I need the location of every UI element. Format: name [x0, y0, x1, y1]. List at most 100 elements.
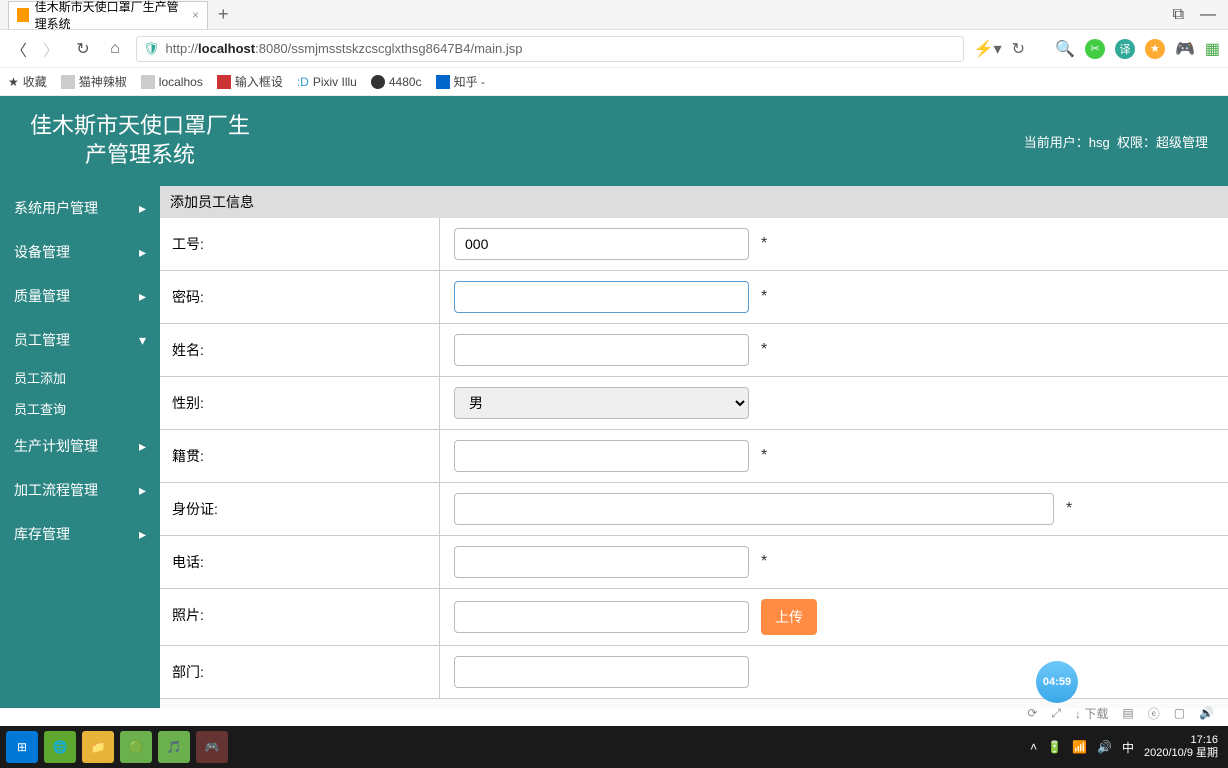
label-gender: 性别: — [160, 377, 440, 429]
tab-title: 佳木斯市天使口罩厂生产管理系统 — [35, 0, 184, 32]
label-idcard: 身份证: — [160, 483, 440, 535]
tray-wifi-icon[interactable]: 📶 — [1072, 740, 1087, 754]
bookmark-item[interactable]: :DPixiv Illu — [297, 75, 357, 89]
input-id[interactable] — [454, 228, 749, 260]
required-mark: * — [761, 553, 767, 571]
tray-battery-icon[interactable]: 🔋 — [1047, 740, 1062, 754]
bookmark-item[interactable]: ★收藏 — [8, 73, 47, 90]
required-mark: * — [761, 341, 767, 359]
bookmark-item[interactable]: 4480c — [371, 75, 422, 89]
tray-chevron-icon[interactable]: ˄ — [1030, 740, 1037, 754]
window-split-icon[interactable]: ⧉ — [1173, 6, 1184, 24]
address-bar: 〈 〉 ↻ ⌂ 🛡 http://localhost:8080/ssmjmsst… — [0, 30, 1228, 68]
label-photo: 照片: — [160, 589, 440, 645]
download-icon[interactable]: ↓ 下载 — [1075, 705, 1108, 722]
menu-quality[interactable]: 质量管理▸ — [0, 274, 160, 318]
chevron-right-icon: ▸ — [139, 526, 146, 543]
start-button[interactable]: ⊞ — [6, 731, 38, 763]
bookmark-icon — [371, 75, 385, 89]
label-password: 密码: — [160, 271, 440, 323]
url-text: http://localhost:8080/ssmjmsstskzcscglxt… — [166, 41, 523, 56]
new-tab-button[interactable]: + — [218, 4, 229, 25]
input-dept[interactable] — [454, 656, 749, 688]
menu-production-plan[interactable]: 生产计划管理▸ — [0, 424, 160, 468]
app-header: 佳木斯市天使口罩厂生 产管理系统 当前用户：hsg 权限：超级管理 — [0, 96, 1228, 186]
label-dept: 部门: — [160, 646, 440, 698]
status-icon[interactable]: ⟳ — [1027, 706, 1037, 720]
bookmark-item[interactable]: 知乎 - — [436, 73, 485, 90]
tray-ime[interactable]: 中 — [1122, 739, 1134, 756]
tab-favicon — [17, 8, 29, 22]
flash-icon[interactable]: ⚡▾ — [974, 39, 1002, 59]
search-icon[interactable]: 🔍 — [1055, 39, 1075, 59]
taskbar-app[interactable]: 📁 — [82, 731, 114, 763]
url-input[interactable]: 🛡 http://localhost:8080/ssmjmsstskzcscgl… — [136, 36, 964, 62]
bookmark-item[interactable]: 猫神辣椒 — [61, 73, 127, 90]
float-timer-badge[interactable]: 04:59 — [1036, 661, 1078, 703]
bookmark-item[interactable]: 输入框设 — [217, 73, 283, 90]
taskbar-app[interactable]: 🎮 — [196, 731, 228, 763]
bookmark-item[interactable]: localhos — [141, 75, 203, 89]
scissors-icon[interactable]: ✂ — [1085, 39, 1105, 59]
tab-close-icon[interactable]: × — [192, 8, 199, 22]
label-phone: 电话: — [160, 536, 440, 588]
translate-icon[interactable]: 译 — [1115, 39, 1135, 59]
chevron-right-icon: ▸ — [139, 200, 146, 217]
bookmark-icon — [141, 75, 155, 89]
browser-status-bar: ⟳ ⤢ ↓ 下载 ▤ ⓔ ▢ 🔊 — [1013, 700, 1228, 726]
required-mark: * — [761, 447, 767, 465]
back-button[interactable]: 〈 — [8, 37, 30, 61]
form-title: 添加员工信息 — [160, 186, 1228, 218]
forward-button[interactable]: 〉 — [40, 37, 62, 61]
sidebar: 系统用户管理▸ 设备管理▸ 质量管理▸ 员工管理▾ 员工添加 员工查询 生产计划… — [0, 186, 160, 708]
input-origin[interactable] — [454, 440, 749, 472]
menu-employee[interactable]: 员工管理▾ — [0, 318, 160, 362]
menu-inventory[interactable]: 库存管理▸ — [0, 512, 160, 556]
browser-tab[interactable]: 佳木斯市天使口罩厂生产管理系统 × — [8, 1, 208, 29]
status-icon[interactable]: 🔊 — [1199, 706, 1214, 720]
chevron-right-icon: ▸ — [139, 438, 146, 455]
status-icon[interactable]: ⤢ — [1051, 706, 1061, 721]
app-title: 佳木斯市天使口罩厂生 产管理系统 — [20, 112, 260, 169]
input-phone[interactable] — [454, 546, 749, 578]
star-icon[interactable]: ★ — [1145, 39, 1165, 59]
lock-icon: 🛡 — [143, 41, 160, 57]
window-minimize-icon[interactable]: — — [1200, 6, 1216, 24]
content-area: 添加员工信息 工号: * 密码: * 姓名: * 性别: — [160, 186, 1228, 708]
select-gender[interactable]: 男 — [454, 387, 749, 419]
chevron-right-icon: ▸ — [139, 244, 146, 261]
menu-system-users[interactable]: 系统用户管理▸ — [0, 186, 160, 230]
tray-clock[interactable]: 17:16 2020/10/9 星期 — [1144, 734, 1218, 760]
input-name[interactable] — [454, 334, 749, 366]
bookmark-icon — [61, 75, 75, 89]
menu-device[interactable]: 设备管理▸ — [0, 230, 160, 274]
required-mark: * — [761, 235, 767, 253]
upload-button[interactable]: 上传 — [761, 599, 817, 635]
taskbar-app[interactable]: 🌐 — [44, 731, 76, 763]
reload-button[interactable]: ↻ — [72, 39, 94, 59]
chevron-right-icon: ▸ — [139, 482, 146, 499]
game-icon[interactable]: 🎮 — [1175, 39, 1195, 59]
tray-volume-icon[interactable]: 🔊 — [1097, 740, 1112, 754]
taskbar-app[interactable]: 🟢 — [120, 731, 152, 763]
chevron-right-icon: ▸ — [139, 288, 146, 305]
status-icon[interactable]: ⓔ — [1148, 705, 1160, 722]
menu-process[interactable]: 加工流程管理▸ — [0, 468, 160, 512]
status-icon[interactable]: ▢ — [1174, 706, 1185, 720]
submenu-employee-query[interactable]: 员工查询 — [0, 393, 160, 424]
taskbar-app[interactable]: 🎵 — [158, 731, 190, 763]
input-photo[interactable] — [454, 601, 749, 633]
submenu-employee-add[interactable]: 员工添加 — [0, 362, 160, 393]
user-info: 当前用户：hsg 权限：超级管理 — [1024, 132, 1208, 151]
home-button[interactable]: ⌂ — [104, 40, 126, 58]
status-icon[interactable]: ▤ — [1122, 706, 1133, 720]
input-idcard[interactable] — [454, 493, 1054, 525]
grid-icon[interactable]: ▦ — [1205, 39, 1220, 59]
bookmark-icon — [436, 75, 450, 89]
browser-tab-bar: 佳木斯市天使口罩厂生产管理系统 × + ⧉ — — [0, 0, 1228, 30]
chevron-down-icon: ▾ — [139, 332, 146, 349]
bookmark-icon — [217, 75, 231, 89]
input-password[interactable] — [454, 281, 749, 313]
refresh-alt-icon[interactable]: ↻ — [1012, 39, 1025, 59]
bookmarks-bar: ★收藏 猫神辣椒 localhos 输入框设 :DPixiv Illu 4480… — [0, 68, 1228, 96]
